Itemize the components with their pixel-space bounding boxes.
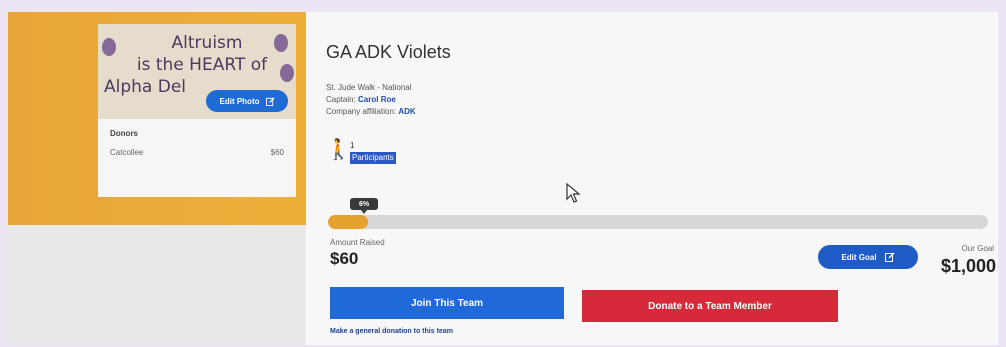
donor-name: Catcollee — [110, 148, 144, 157]
edit-goal-label: Edit Goal — [841, 252, 877, 262]
browser-screen: Altruism is the HEART of Alpha Del Edit … — [8, 12, 998, 345]
captain-link[interactable]: Carol Roe — [358, 95, 396, 104]
team-meta: St. Jude Walk - National Captain: Carol … — [326, 82, 416, 118]
donors-title: Donors — [110, 129, 138, 138]
donor-amount: $60 — [270, 148, 284, 157]
amount-raised-value: $60 — [330, 249, 359, 268]
affiliation-label: Company affiliation: — [326, 107, 397, 116]
team-name: GA ADK Violets — [326, 42, 451, 62]
captain-label: Captain: — [326, 95, 356, 104]
edit-goal-button[interactable]: Edit Goal — [818, 245, 918, 269]
progress-percent-badge: 6% — [350, 198, 378, 214]
fundraising-progress-bar — [328, 215, 988, 229]
team-card: GA ADK Violets St. Jude Walk - National … — [306, 12, 998, 345]
walker-icon: 🚶 — [326, 139, 351, 161]
photo-line-2: is the HEART of — [136, 55, 268, 75]
captain-line: Captain: Carol Roe — [326, 94, 416, 106]
edit-icon — [265, 96, 275, 106]
edit-photo-button[interactable]: Edit Photo — [206, 90, 288, 112]
affiliation-link[interactable]: ADK — [398, 107, 415, 116]
event-name: St. Jude Walk - National — [326, 83, 412, 92]
photo-line-1: Altruism — [171, 33, 243, 53]
team-photo: Altruism is the HEART of Alpha Del Edit … — [98, 24, 296, 119]
progress-fill — [328, 215, 368, 229]
general-donation-link[interactable]: Make a general donation to this team — [330, 328, 453, 335]
participant-count: 1 — [350, 141, 355, 150]
donors-panel: Donors Catcollee $60 — [98, 119, 296, 197]
donor-row: Catcollee $60 — [110, 148, 284, 157]
join-team-button[interactable]: Join This Team — [330, 287, 564, 319]
participants: 1 Participants — [350, 140, 396, 164]
edit-photo-label: Edit Photo — [219, 96, 260, 106]
amount-raised-label: Amount Raised — [330, 238, 385, 247]
edit-icon — [884, 252, 895, 262]
mouse-cursor-icon — [566, 182, 581, 203]
donate-to-member-button[interactable]: Donate to a Team Member — [582, 290, 838, 322]
participants-label: Participants — [350, 152, 396, 164]
photo-caption: Altruism is the HEART of Alpha Del — [98, 32, 296, 98]
goal-label: Our Goal — [961, 244, 994, 253]
goal-value: $1,000 — [940, 256, 996, 276]
affiliation-line: Company affiliation: ADK — [326, 106, 416, 118]
